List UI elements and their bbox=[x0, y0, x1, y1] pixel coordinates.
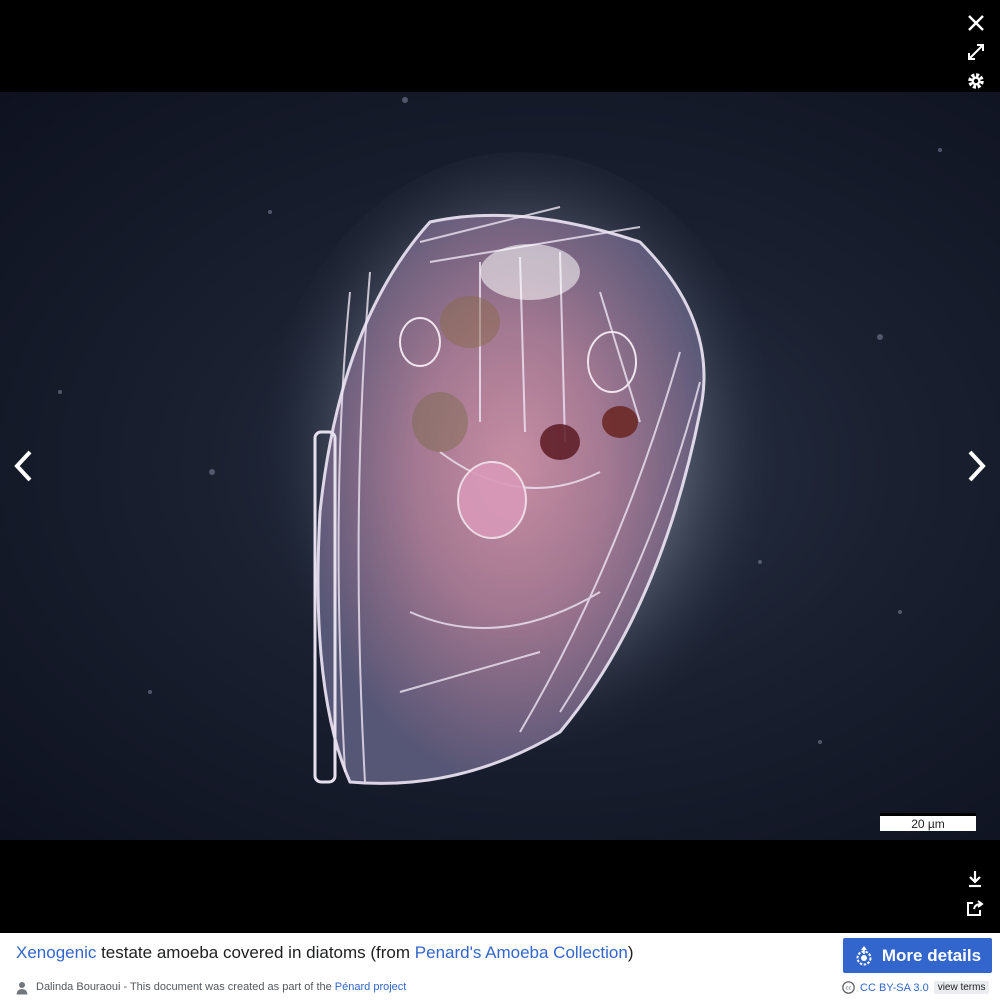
image-caption: Xenogenic testate amoeba covered in diat… bbox=[16, 943, 634, 963]
scale-bar: 20 µm bbox=[880, 813, 976, 831]
credit-bar: Dalinda Bouraoui - This document was cre… bbox=[0, 978, 1000, 1000]
penard-collection-link[interactable]: Penard's Amoeba Collection bbox=[415, 943, 628, 962]
penard-project-link[interactable]: Pénard project bbox=[335, 981, 407, 993]
view-terms-button[interactable]: view terms bbox=[933, 981, 990, 994]
fullscreen-button[interactable] bbox=[962, 38, 990, 66]
svg-text:cc: cc bbox=[845, 986, 851, 992]
fullscreen-icon bbox=[968, 44, 984, 60]
cc-icon: cc bbox=[842, 981, 855, 994]
previous-image-button[interactable] bbox=[4, 436, 44, 496]
chevron-left-icon bbox=[14, 450, 32, 482]
amoeba-illustration bbox=[58, 97, 942, 792]
user-icon bbox=[16, 982, 28, 995]
caption-text-1: testate amoeba covered in diatoms (from bbox=[96, 943, 415, 962]
license-info: cc CC BY-SA 3.0 view terms bbox=[842, 981, 990, 994]
close-button[interactable] bbox=[962, 9, 990, 37]
author-credit: Dalinda Bouraoui - This document was cre… bbox=[36, 981, 406, 993]
share-icon bbox=[967, 900, 984, 916]
media-viewer: 20 µm bbox=[0, 0, 1000, 933]
download-icon bbox=[969, 871, 981, 888]
more-details-button[interactable]: More details bbox=[843, 938, 992, 973]
caption-bar: Xenogenic testate amoeba covered in diat… bbox=[0, 933, 1000, 979]
settings-button[interactable] bbox=[962, 67, 990, 95]
xenogenic-link[interactable]: Xenogenic bbox=[16, 943, 96, 962]
commons-logo-icon bbox=[856, 945, 872, 965]
credit-text: - This document was created as part of t… bbox=[120, 981, 335, 993]
gear-icon bbox=[968, 73, 984, 89]
author-name: Dalinda Bouraoui bbox=[36, 981, 121, 993]
close-icon bbox=[968, 15, 984, 31]
next-image-button[interactable] bbox=[956, 436, 996, 496]
caption-text-2: ) bbox=[627, 943, 634, 962]
more-details-label: More details bbox=[881, 945, 982, 965]
license-link[interactable]: CC BY-SA 3.0 bbox=[860, 982, 929, 994]
chevron-right-icon bbox=[968, 450, 986, 482]
download-button[interactable] bbox=[961, 865, 989, 893]
microscope-image bbox=[0, 92, 1000, 840]
share-button[interactable] bbox=[961, 894, 989, 922]
